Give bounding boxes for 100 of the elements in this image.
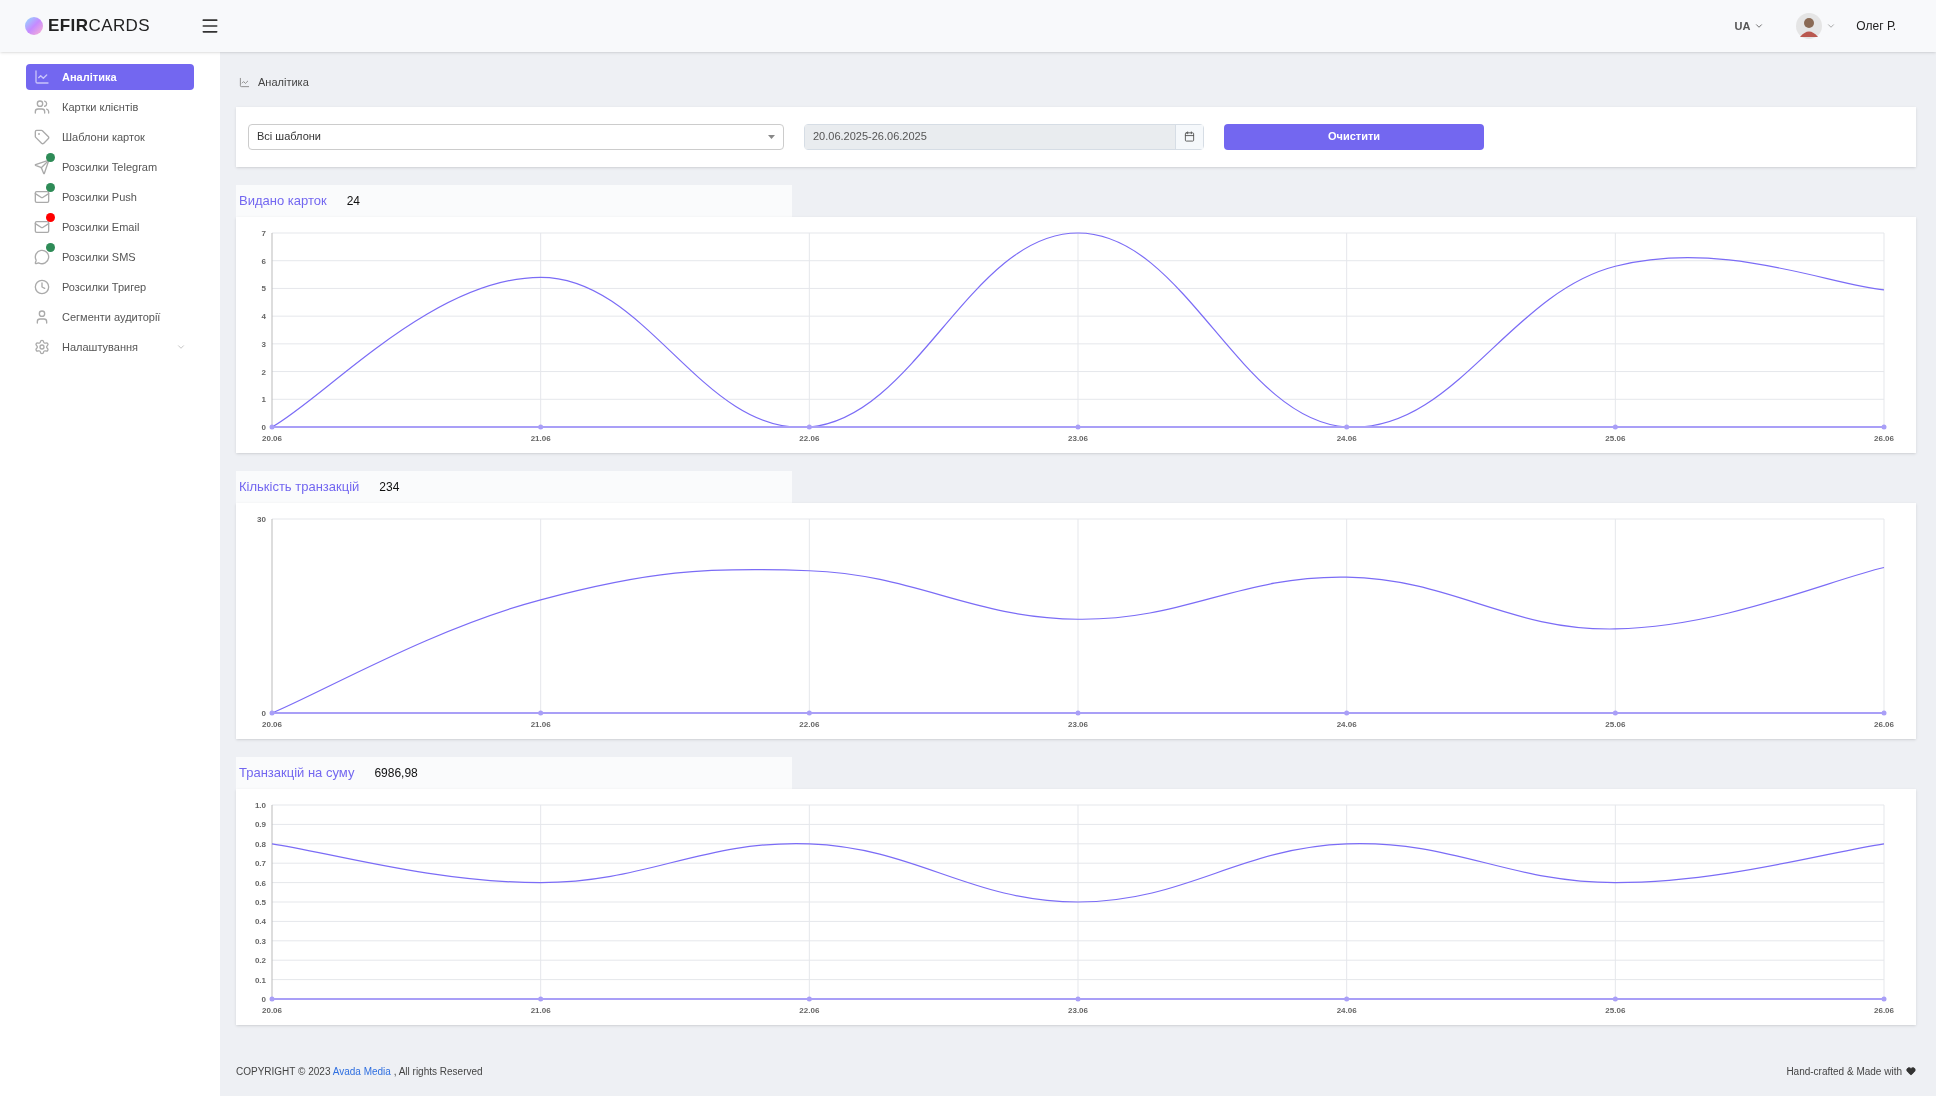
- user-icon: [34, 309, 50, 325]
- sidebar-item[interactable]: Налаштування: [26, 334, 194, 360]
- language-selector[interactable]: UA: [1734, 17, 1765, 35]
- chart-title: Транзакцій на суму: [239, 763, 355, 782]
- x-tick-label: 22.06: [799, 719, 820, 729]
- data-point: [1344, 996, 1350, 1001]
- y-tick-label: 1.0: [254, 800, 266, 810]
- data-point: [1075, 996, 1081, 1001]
- breadcrumb[interactable]: Аналітика: [258, 74, 309, 91]
- data-point: [538, 996, 544, 1001]
- sidebar-item[interactable]: Картки клієнтів: [26, 94, 194, 120]
- x-tick-label: 21.06: [530, 1005, 551, 1015]
- envelope-icon: [34, 189, 50, 205]
- data-point: [1881, 996, 1887, 1001]
- sidebar-item[interactable]: Розсилки Telegram: [26, 154, 194, 180]
- caret-icon[interactable]: [1754, 21, 1765, 31]
- chart-title: Видано карток: [239, 191, 327, 210]
- copyright-text: COPYRIGHT © 2023 Avada Media , All rights Reserved: [236, 1064, 483, 1079]
- avatar[interactable]: [1796, 13, 1823, 39]
- menu-icon[interactable]: [200, 16, 220, 36]
- data-point: [269, 996, 275, 1001]
- y-tick-label: 2: [261, 367, 266, 377]
- y-tick-label: 0.3: [254, 936, 266, 946]
- data-point: [269, 710, 275, 715]
- x-tick-label: 25.06: [1605, 433, 1626, 443]
- clear-button[interactable]: Очистити: [1224, 123, 1484, 150]
- x-tick-label: 24.06: [1336, 433, 1357, 443]
- data-point: [1344, 424, 1350, 429]
- x-tick-label: 24.06: [1336, 719, 1357, 729]
- y-tick-label: 0.7: [254, 858, 266, 868]
- data-point: [538, 710, 544, 715]
- sidebar-item[interactable]: Розсилки Тригер: [26, 274, 194, 300]
- chart-total: 234: [379, 478, 400, 496]
- x-tick-label: 22.06: [799, 1005, 820, 1015]
- x-tick-label: 21.06: [530, 433, 551, 443]
- heart-icon: [1906, 1066, 1916, 1076]
- gear-icon: [34, 339, 50, 355]
- sidebar-item[interactable]: Шаблони карток: [26, 124, 194, 150]
- y-tick-label: 0.8: [254, 839, 266, 849]
- credit-text: Hand-crafted & Made with: [1786, 1064, 1902, 1079]
- chart-icon: [34, 69, 50, 85]
- envelope-icon: [34, 219, 50, 235]
- y-tick-label: 3: [261, 339, 266, 349]
- data-point: [806, 710, 812, 715]
- chart-title: Кількість транзакцій: [239, 477, 360, 496]
- y-tick-label: 0.2: [254, 955, 266, 965]
- x-tick-label: 26.06: [1874, 719, 1894, 729]
- data-point: [806, 424, 812, 429]
- y-tick-label: 1: [261, 394, 266, 404]
- x-tick-label: 21.06: [530, 719, 551, 729]
- x-tick-label: 20.06: [262, 1005, 282, 1015]
- sidebar-item[interactable]: Розсилки Email: [26, 214, 194, 240]
- data-point: [1612, 710, 1618, 715]
- logo-icon: [24, 16, 44, 36]
- users-icon: [34, 99, 50, 115]
- data-point: [1344, 710, 1350, 715]
- sidebar-item[interactable]: Аналітика: [26, 64, 194, 90]
- x-tick-label: 25.06: [1605, 1005, 1626, 1015]
- user-name[interactable]: Олег Р.: [1856, 17, 1896, 35]
- x-tick-label: 23.06: [1068, 1005, 1088, 1015]
- data-point: [1612, 424, 1618, 429]
- paper-plane-icon: [34, 159, 50, 175]
- chart-total: 24: [346, 192, 360, 210]
- x-tick-label: 24.06: [1336, 1005, 1357, 1015]
- company-link[interactable]: Avada Media: [332, 1065, 391, 1077]
- y-tick-label: 4: [261, 311, 266, 321]
- chevron-icon: [176, 342, 186, 352]
- data-point: [538, 424, 544, 429]
- y-tick-label: 7: [261, 228, 266, 238]
- y-tick-label: 0: [261, 708, 266, 718]
- logo-text: EFIRCARDS: [48, 15, 151, 38]
- data-point: [1881, 710, 1887, 715]
- y-tick-label: 0: [261, 422, 266, 432]
- y-tick-label: 0.6: [254, 878, 266, 888]
- y-tick-label: 6: [261, 256, 266, 266]
- x-tick-label: 26.06: [1874, 1005, 1894, 1015]
- y-tick-label: 0.9: [254, 819, 266, 829]
- x-tick-label: 25.06: [1605, 719, 1626, 729]
- clock-icon: [34, 279, 50, 295]
- tag-icon: [34, 129, 50, 145]
- chart-icon: [239, 76, 250, 88]
- x-tick-label: 20.06: [262, 433, 282, 443]
- template-select[interactable]: Всі шаблони: [248, 123, 784, 150]
- data-point: [1612, 996, 1618, 1001]
- x-tick-label: 26.06: [1874, 433, 1894, 443]
- dropdown-arrow-icon: [768, 134, 775, 139]
- sidebar-item[interactable]: Розсилки SMS: [26, 244, 194, 270]
- y-tick-label: 0.4: [254, 916, 266, 926]
- chart-total: 6986,98: [374, 764, 418, 782]
- sidebar-item[interactable]: Розсилки Push: [26, 184, 194, 210]
- data-point: [269, 424, 275, 429]
- data-point: [1881, 424, 1887, 429]
- sidebar-item[interactable]: Сегменти аудиторії: [26, 304, 194, 330]
- data-point: [806, 996, 812, 1001]
- x-tick-label: 23.06: [1068, 719, 1088, 729]
- chat-bubble-icon: [34, 249, 50, 265]
- data-point: [1075, 424, 1081, 429]
- x-tick-label: 23.06: [1068, 433, 1088, 443]
- y-tick-label: 0.5: [254, 897, 266, 907]
- y-tick-label: 0: [261, 994, 266, 1004]
